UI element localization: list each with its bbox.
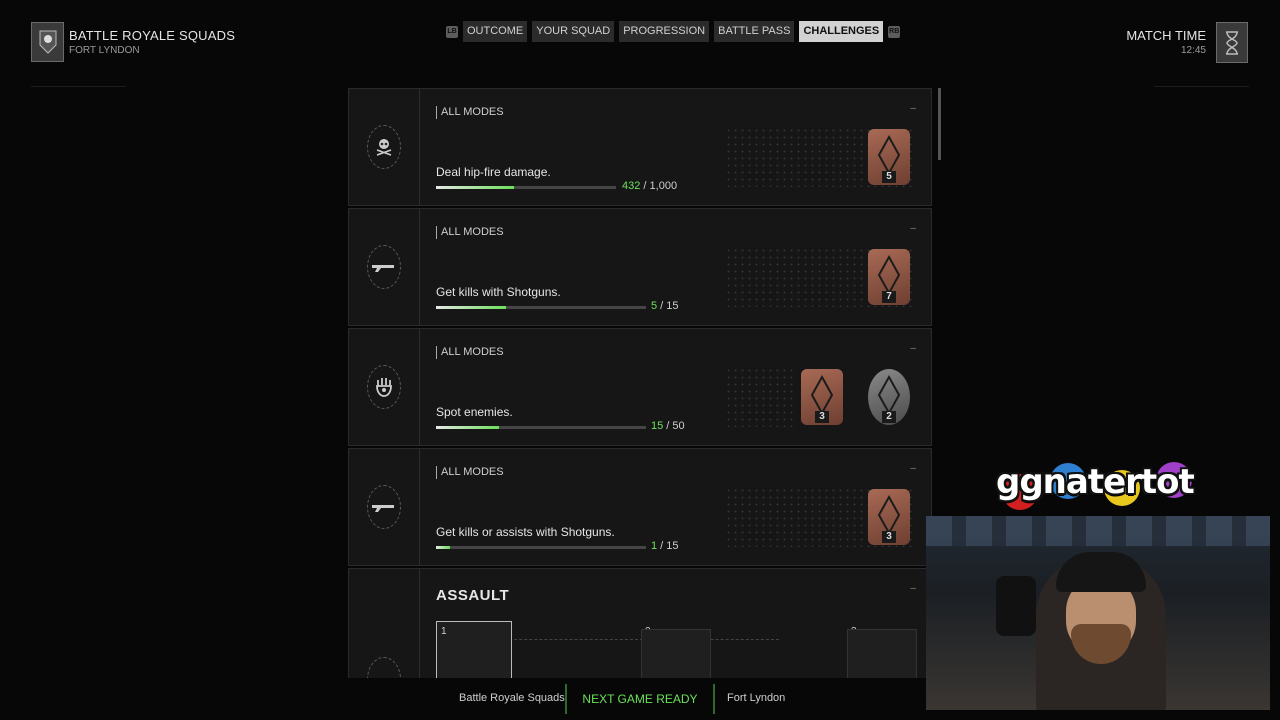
assault-icon bbox=[367, 657, 401, 678]
mode-title: BATTLE ROYALE SQUADS bbox=[69, 28, 236, 43]
assault-row[interactable]: ASSAULT – 1 2 3 bbox=[348, 568, 932, 678]
progress-bar bbox=[436, 546, 646, 549]
progress-text: 1 / 15 bbox=[651, 540, 679, 552]
challenge-row[interactable]: ALL MODES Spot enemies. 15 / 50 – 3 2 bbox=[348, 328, 932, 446]
progress-current: 5 bbox=[651, 300, 658, 312]
progress-current: 432 bbox=[622, 180, 641, 192]
assault-title: ASSAULT bbox=[436, 587, 510, 604]
progress-bar bbox=[436, 306, 646, 309]
tier-number: 1 bbox=[441, 626, 447, 637]
reward-level: 3 bbox=[882, 531, 896, 543]
reward-level: 5 bbox=[882, 171, 896, 183]
collapse-icon[interactable]: – bbox=[910, 583, 916, 594]
progress-total: 50 bbox=[672, 420, 685, 432]
skull-crossbones-icon bbox=[367, 125, 401, 169]
tab-your-squad[interactable]: YOUR SQUAD bbox=[532, 21, 615, 42]
challenge-row[interactable]: ALL MODES Deal hip-fire damage. 432 / 1,… bbox=[348, 88, 932, 206]
challenge-description: Get kills with Shotguns. bbox=[436, 285, 561, 299]
reward-badge[interactable]: 3 bbox=[801, 369, 843, 425]
microphone bbox=[996, 576, 1036, 636]
tab-progression[interactable]: PROGRESSION bbox=[619, 21, 710, 42]
collapse-icon[interactable]: – bbox=[910, 463, 916, 474]
progress-fill bbox=[436, 186, 514, 189]
streamer-hat bbox=[1056, 552, 1146, 592]
tier-slot[interactable] bbox=[436, 621, 512, 678]
challenge-description: Get kills or assists with Shotguns. bbox=[436, 525, 615, 539]
tab-challenges[interactable]: CHALLENGES bbox=[799, 21, 884, 42]
progress-bar bbox=[436, 186, 616, 189]
tier-slot[interactable] bbox=[847, 629, 917, 678]
challenge-description: Spot enemies. bbox=[436, 405, 513, 419]
collapse-icon[interactable]: – bbox=[910, 343, 916, 354]
mode-emblem-icon bbox=[31, 22, 64, 62]
progress-total: 15 bbox=[666, 540, 679, 552]
challenge-row[interactable]: ALL MODES Get kills with Shotguns. 5 / 1… bbox=[348, 208, 932, 326]
progress-current: 15 bbox=[651, 420, 664, 432]
reward-badge[interactable]: 2 bbox=[868, 369, 910, 425]
progress-fill bbox=[436, 546, 451, 549]
shotgun-icon bbox=[367, 485, 401, 529]
hourglass-icon bbox=[1216, 22, 1248, 63]
divider bbox=[1154, 86, 1249, 87]
progress-text: 432 / 1,000 bbox=[622, 180, 678, 192]
tab-battle-pass[interactable]: BATTLE PASS bbox=[714, 21, 795, 42]
progress-total: 1,000 bbox=[649, 180, 678, 192]
progress-text: 15 / 50 bbox=[651, 420, 685, 432]
reward-level: 7 bbox=[882, 291, 896, 303]
reward-level: 3 bbox=[815, 411, 829, 423]
progress-current: 1 bbox=[651, 540, 658, 552]
scrollbar[interactable] bbox=[938, 88, 941, 160]
progress-fill bbox=[436, 426, 499, 429]
lb-button-hint[interactable]: LB bbox=[446, 25, 458, 38]
progress-total: 15 bbox=[666, 300, 679, 312]
dot-pattern bbox=[725, 367, 795, 427]
collapse-icon[interactable]: – bbox=[910, 223, 916, 234]
footer-map: Fort Lyndon bbox=[727, 692, 786, 704]
challenge-icon-cell bbox=[349, 569, 420, 678]
progress-bar bbox=[436, 426, 646, 429]
tier-slot[interactable] bbox=[641, 629, 711, 678]
challenge-description: Deal hip-fire damage. bbox=[436, 165, 551, 179]
challenge-category: ALL MODES bbox=[436, 226, 504, 239]
reward-badge[interactable]: 7 bbox=[868, 249, 910, 305]
challenge-category: ALL MODES bbox=[436, 466, 504, 479]
reward-badge[interactable]: 3 bbox=[868, 489, 910, 545]
challenge-icon-cell bbox=[349, 89, 420, 205]
challenge-category: ALL MODES bbox=[436, 106, 504, 119]
challenge-list: ALL MODES Deal hip-fire damage. 432 / 1,… bbox=[348, 88, 932, 678]
mode-subtitle: FORT LYNDON bbox=[69, 45, 140, 56]
reward-badge[interactable]: 5 bbox=[868, 129, 910, 185]
shotgun-icon bbox=[367, 245, 401, 289]
next-game-ready-status[interactable]: NEXT GAME READY bbox=[565, 684, 715, 714]
divider bbox=[31, 86, 126, 87]
challenge-icon-cell bbox=[349, 449, 420, 565]
footer-mode: Battle Royale Squads bbox=[459, 692, 565, 704]
match-time-value: 12:45 bbox=[1180, 45, 1206, 56]
tier-track bbox=[499, 639, 779, 640]
tab-bar: LB OUTCOME YOUR SQUAD PROGRESSION BATTLE… bbox=[446, 21, 901, 42]
hex-light-panels bbox=[926, 516, 1270, 546]
hand-eye-icon bbox=[367, 365, 401, 409]
webcam-overlay bbox=[926, 516, 1270, 710]
progress-fill bbox=[436, 306, 506, 309]
match-time-label: MATCH TIME bbox=[1126, 28, 1206, 43]
challenge-icon-cell bbox=[349, 209, 420, 325]
challenge-category: ALL MODES bbox=[436, 346, 504, 359]
rb-button-hint[interactable]: RB bbox=[888, 25, 901, 38]
streamer-logo: ggnatertot bbox=[996, 462, 1195, 502]
progress-text: 5 / 15 bbox=[651, 300, 679, 312]
challenge-row[interactable]: ALL MODES Get kills or assists with Shot… bbox=[348, 448, 932, 566]
reward-level: 2 bbox=[882, 411, 896, 423]
challenge-icon-cell bbox=[349, 329, 420, 445]
collapse-icon[interactable]: – bbox=[910, 103, 916, 114]
tab-outcome[interactable]: OUTCOME bbox=[463, 21, 528, 42]
